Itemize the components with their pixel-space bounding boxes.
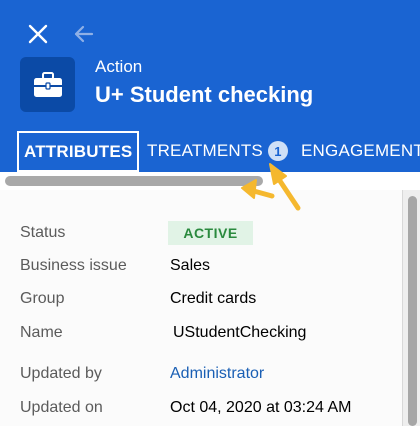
status-label: Status — [20, 224, 66, 241]
tab-attributes-label: ATTRIBUTES — [24, 141, 133, 161]
business-issue-value: Sales — [170, 257, 211, 274]
close-icon[interactable] — [26, 22, 50, 46]
arrow-pointer-icon — [241, 163, 301, 211]
horizontal-scrollbar-thumb[interactable] — [5, 176, 263, 186]
attribute-row-updated-on: Updated on Oct 04, 2020 at 03:24 AM — [20, 399, 400, 423]
group-value: Credit cards — [170, 290, 257, 307]
updated-on-value: Oct 04, 2020 at 03:24 AM — [170, 399, 352, 416]
vertical-scrollbar-thumb[interactable] — [408, 196, 417, 426]
name-label: Name — [20, 324, 63, 341]
attribute-row-group: Group Credit cards — [20, 290, 400, 314]
record-type-label: Action — [95, 57, 143, 76]
tab-bar: ATTRIBUTES TREATMENTS 1 ENGAGEMENT — [0, 130, 420, 172]
attribute-row-status: Status ACTIVE — [20, 221, 400, 248]
record-title: U+ Student checking — [95, 82, 314, 107]
back-arrow-icon[interactable] — [72, 22, 96, 46]
tab-attributes[interactable]: ATTRIBUTES — [17, 131, 140, 172]
name-value: UStudentChecking — [173, 324, 307, 341]
business-issue-label: Business issue — [20, 257, 127, 274]
attribute-row-name: Name UStudentChecking — [20, 324, 400, 348]
tab-engagement[interactable]: ENGAGEMENT — [301, 130, 420, 172]
status-badge: ACTIVE — [168, 221, 253, 245]
attribute-row-business-issue: Business issue Sales — [20, 257, 400, 281]
briefcase-icon — [20, 57, 75, 112]
group-label: Group — [20, 290, 65, 307]
horizontal-scrollbar[interactable] — [0, 172, 420, 190]
tab-engagement-label: ENGAGEMENT — [301, 141, 420, 160]
updated-by-link[interactable]: Administrator — [170, 365, 264, 383]
header-bar: Action U+ Student checking ATTRIBUTES TR… — [0, 0, 420, 172]
attributes-panel: Status ACTIVE Business issue Sales Group… — [0, 190, 403, 426]
updated-on-label: Updated on — [20, 399, 103, 416]
attribute-row-updated-by: Updated by Administrator — [20, 365, 400, 389]
updated-by-label: Updated by — [20, 365, 102, 382]
